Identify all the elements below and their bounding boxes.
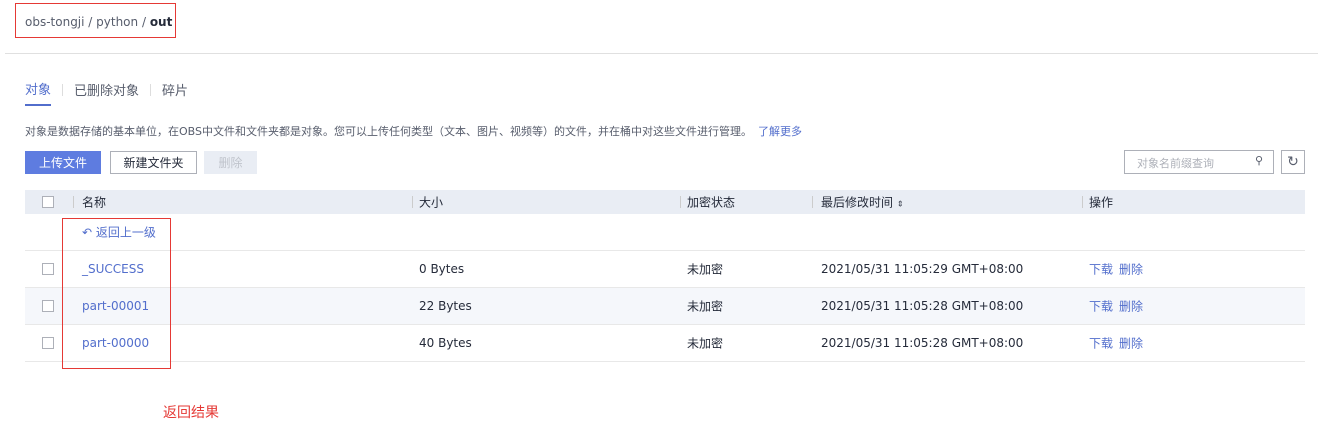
delete-link[interactable]: 删除 — [1119, 261, 1143, 278]
tab-objects[interactable]: 对象 — [25, 79, 52, 106]
modified-time: 2021/05/31 11:05:29 GMT+08:00 — [821, 262, 1024, 276]
header-encryption: 加密状态 — [687, 195, 736, 210]
new-folder-button[interactable]: 新建文件夹 — [110, 151, 197, 174]
modified-time: 2021/05/31 11:05:28 GMT+08:00 — [821, 336, 1024, 350]
breadcrumb-bucket[interactable]: obs-tongji — [25, 15, 84, 29]
table-row: part-00000 40 Bytes 未加密 2021/05/31 11:05… — [25, 325, 1305, 362]
description-text: 对象是数据存储的基本单位，在OBS中文件和文件夹都是对象。您可以上传任何类型（文… — [25, 125, 752, 138]
search-input[interactable]: 对象名前缀查询 ⚲ — [1124, 150, 1274, 174]
delete-link[interactable]: 删除 — [1119, 298, 1143, 315]
learn-more-link[interactable]: 了解更多 — [758, 125, 802, 138]
header-name: 名称 — [82, 195, 107, 210]
header-modified[interactable]: 最后修改时间 ⇕ — [821, 194, 904, 211]
header-actions: 操作 — [1089, 195, 1114, 210]
row-checkbox[interactable] — [42, 337, 54, 349]
tabs: 对象 已删除对象 碎片 — [25, 79, 188, 106]
table-row: _SUCCESS 0 Bytes 未加密 2021/05/31 11:05:29… — [25, 251, 1305, 288]
encryption-status: 未加密 — [687, 336, 724, 351]
annotation-label: 返回结果 — [163, 405, 219, 421]
table-header: 名称 大小 加密状态 最后修改时间 ⇕ 操作 — [25, 190, 1305, 214]
tab-fragments[interactable]: 碎片 — [162, 80, 188, 105]
row-checkbox[interactable] — [42, 300, 54, 312]
breadcrumb: obs-tongji / python / out — [15, 3, 176, 38]
modified-time: 2021/05/31 11:05:28 GMT+08:00 — [821, 299, 1024, 313]
delete-button[interactable]: 删除 — [204, 151, 257, 174]
sort-icon: ⇕ — [896, 199, 904, 209]
refresh-button[interactable]: ↻ — [1281, 150, 1305, 174]
breadcrumb-python[interactable]: python — [96, 15, 138, 29]
header-size: 大小 — [419, 195, 444, 210]
search-placeholder: 对象名前缀查询 — [1137, 157, 1214, 170]
download-link[interactable]: 下载 — [1089, 335, 1113, 352]
back-row: ↶ 返回上一级 — [25, 214, 1305, 251]
delete-link[interactable]: 删除 — [1119, 335, 1143, 352]
select-all-checkbox[interactable] — [42, 196, 54, 208]
refresh-icon: ↻ — [1287, 154, 1299, 170]
encryption-status: 未加密 — [687, 262, 724, 277]
object-size: 40 Bytes — [419, 336, 472, 350]
description: 对象是数据存储的基本单位，在OBS中文件和文件夹都是对象。您可以上传任何类型（文… — [25, 123, 802, 139]
table-row: part-00001 22 Bytes 未加密 2021/05/31 11:05… — [25, 288, 1305, 325]
upload-button[interactable]: 上传文件 — [25, 151, 101, 174]
object-size: 22 Bytes — [419, 299, 472, 313]
download-link[interactable]: 下载 — [1089, 298, 1113, 315]
breadcrumb-current: out — [149, 15, 173, 29]
row-checkbox[interactable] — [42, 263, 54, 275]
object-size: 0 Bytes — [419, 262, 465, 276]
divider — [5, 53, 1318, 54]
annotation-box — [62, 218, 171, 369]
download-link[interactable]: 下载 — [1089, 261, 1113, 278]
encryption-status: 未加密 — [687, 299, 724, 314]
tab-deleted[interactable]: 已删除对象 — [74, 80, 139, 105]
search-icon[interactable]: ⚲ — [1255, 154, 1263, 167]
